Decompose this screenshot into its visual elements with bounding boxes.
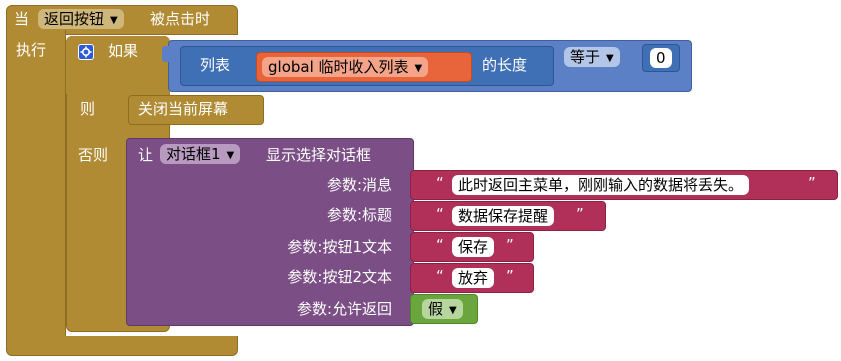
text-field-title[interactable]: 数据保存提醒 xyxy=(452,206,555,226)
boolean-dropdown[interactable]: 假 ▼ xyxy=(422,299,463,319)
when-label: 当 xyxy=(14,10,30,28)
method-label: 显示选择对话框 xyxy=(266,146,372,164)
operator-dropdown-value: 等于 xyxy=(570,48,601,66)
variable-dropdown-value: global 临时收入列表 xyxy=(268,58,409,76)
quote-close-icon: ” xyxy=(506,267,514,285)
param-button2-label: 参数:按钮2文本 xyxy=(287,268,392,286)
quote-close-icon: ” xyxy=(576,205,584,223)
call-label: 让 xyxy=(138,146,154,164)
text-field-button2[interactable]: 放弃 xyxy=(452,268,495,288)
chevron-down-icon: ▼ xyxy=(414,63,423,74)
quote-open-icon: “ xyxy=(436,267,444,285)
text-field-title-value: 数据保存提醒 xyxy=(458,207,549,225)
boolean-dropdown-value: 假 xyxy=(428,300,444,318)
gear-icon[interactable] xyxy=(78,44,94,60)
do-label: 执行 xyxy=(16,41,47,59)
compare-connector xyxy=(162,46,172,62)
if-label: 如果 xyxy=(108,42,139,60)
text-field-message-value: 此时返回主菜单，刚刚输入的数据将丢失。 xyxy=(458,176,744,194)
then-label: 则 xyxy=(80,100,96,118)
param-title-label: 参数:标题 xyxy=(326,206,392,224)
dialog-component-dropdown-value: 对话框1 xyxy=(166,145,221,163)
param-button1-label: 参数:按钮1文本 xyxy=(287,238,392,256)
quote-open-icon: “ xyxy=(436,174,444,192)
length-label: 的长度 xyxy=(482,56,528,74)
quote-open-icon: “ xyxy=(436,205,444,223)
variable-dropdown[interactable]: global 临时收入列表 ▼ xyxy=(262,57,429,77)
number-field[interactable]: 0 xyxy=(650,48,672,68)
number-value: 0 xyxy=(656,49,666,67)
quote-close-icon: ” xyxy=(506,236,514,254)
text-field-button1[interactable]: 保存 xyxy=(452,237,495,257)
param-cancelable-label: 参数:允许返回 xyxy=(296,300,392,318)
chevron-down-icon: ▼ xyxy=(449,305,457,316)
chevron-down-icon: ▼ xyxy=(606,53,614,64)
quote-open-icon: “ xyxy=(436,236,444,254)
event-block-footer xyxy=(6,336,238,356)
quote-close-icon: ” xyxy=(808,174,816,192)
close-screen-label: 关闭当前屏幕 xyxy=(138,100,229,118)
component-dropdown[interactable]: 返回按钮 ▼ xyxy=(38,9,124,29)
param-message-label: 参数:消息 xyxy=(326,176,392,194)
text-field-button1-value: 保存 xyxy=(458,238,489,256)
chevron-down-icon: ▼ xyxy=(226,150,235,161)
else-label: 否则 xyxy=(78,146,109,164)
event-name-label: 被点击时 xyxy=(150,10,211,28)
chevron-down-icon: ▼ xyxy=(110,15,118,26)
event-block-body xyxy=(6,30,66,348)
dialog-call-block[interactable] xyxy=(126,138,414,326)
operator-dropdown[interactable]: 等于 ▼ xyxy=(564,47,620,67)
component-dropdown-value: 返回按钮 xyxy=(44,10,105,28)
text-field-message[interactable]: 此时返回主菜单，刚刚输入的数据将丢失。 xyxy=(452,175,750,195)
dialog-component-dropdown[interactable]: 对话框1 ▼ xyxy=(160,144,241,164)
list-label: 列表 xyxy=(200,56,231,74)
text-field-button2-value: 放弃 xyxy=(458,269,489,287)
